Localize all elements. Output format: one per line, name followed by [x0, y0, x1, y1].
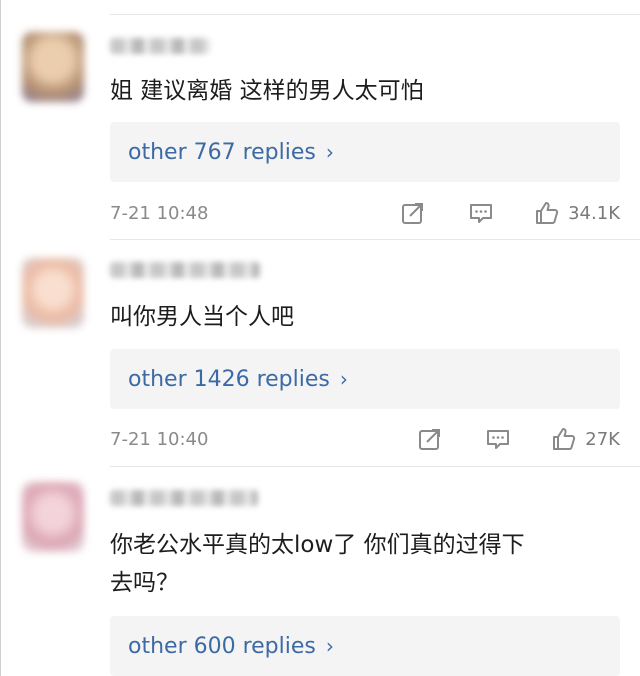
chevron-right-icon: ›	[325, 634, 334, 658]
comment-divider	[110, 466, 640, 467]
comment-text-line: 去吗？	[110, 570, 179, 596]
chevron-right-icon: ›	[325, 140, 334, 164]
top-divider	[110, 14, 640, 15]
share-icon[interactable]	[417, 426, 443, 452]
comment-text-line: 你老公水平真的太low了 你们真的过得下	[110, 532, 525, 558]
username-blurred[interactable]	[110, 38, 210, 54]
comment-actions: 34.1K	[400, 199, 620, 227]
comment-meta: 7-21 10:40 27K	[110, 425, 620, 453]
timestamp: 7-21 10:40	[110, 428, 209, 450]
thumbs-up-icon[interactable]	[534, 200, 560, 226]
replies-link[interactable]: other 600 replies ›	[110, 616, 620, 676]
username-blurred[interactable]	[110, 262, 260, 278]
replies-label: other 1426 replies	[128, 366, 330, 392]
comment-text: 姐 建议离婚 这样的男人太可怕	[110, 78, 424, 104]
avatar[interactable]	[22, 482, 84, 552]
chevron-right-icon: ›	[339, 367, 348, 391]
like-count: 34.1K	[568, 202, 620, 224]
username-blurred[interactable]	[110, 490, 258, 506]
like-count: 27K	[585, 428, 620, 450]
left-border	[0, 0, 1, 676]
comment-text: 叫你男人当个人吧	[110, 304, 294, 330]
comment-actions: 27K	[417, 425, 620, 453]
comment-text: 你老公水平真的太low了 你们真的过得下 去吗？	[110, 526, 626, 602]
avatar[interactable]	[22, 258, 84, 328]
timestamp: 7-21 10:48	[110, 202, 209, 224]
comment-icon[interactable]	[485, 426, 511, 452]
replies-link[interactable]: other 1426 replies ›	[110, 349, 620, 409]
replies-label: other 600 replies	[128, 633, 316, 659]
replies-label: other 767 replies	[128, 139, 316, 165]
comment-meta: 7-21 10:48 34.1K	[110, 199, 620, 227]
comment-icon[interactable]	[468, 200, 494, 226]
share-icon[interactable]	[400, 200, 426, 226]
replies-link[interactable]: other 767 replies ›	[110, 122, 620, 182]
thumbs-up-icon[interactable]	[551, 426, 577, 452]
avatar[interactable]	[22, 32, 84, 102]
comment-divider	[110, 239, 640, 240]
